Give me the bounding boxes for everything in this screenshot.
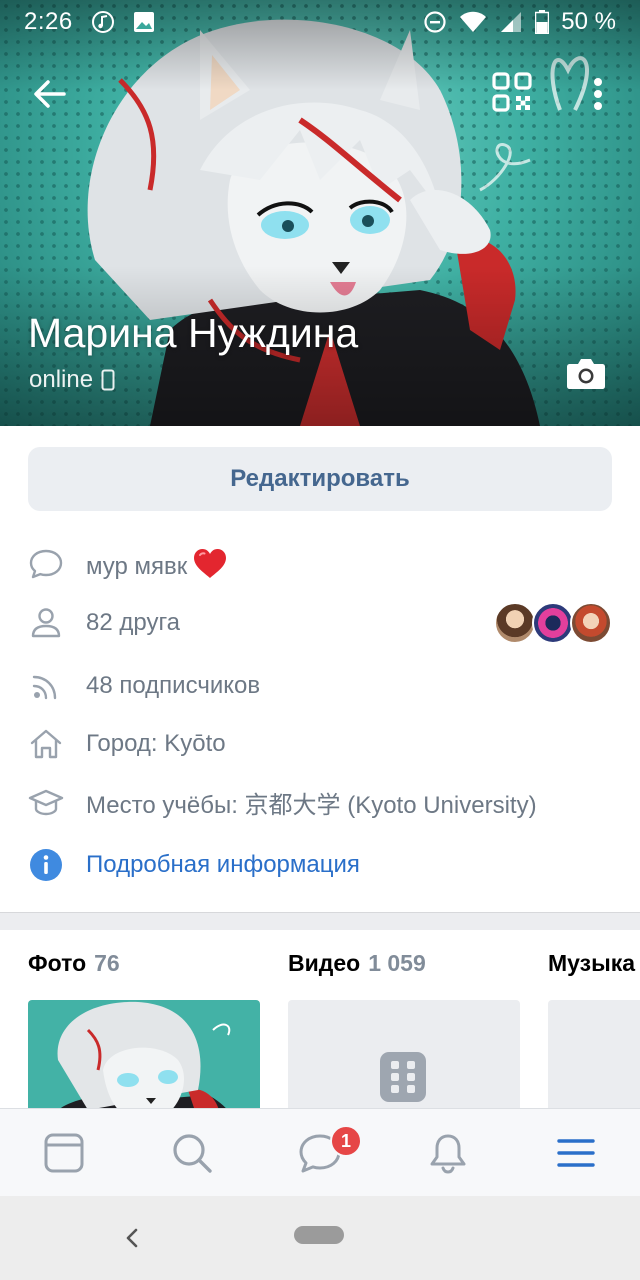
avatar	[570, 602, 612, 644]
heart-emoji-icon	[194, 548, 227, 578]
section-divider	[0, 912, 640, 930]
friends-count: 82 друга	[86, 609, 181, 636]
videos-section[interactable]: Видео 1 059	[288, 950, 520, 1160]
messages-badge: 1	[330, 1125, 362, 1157]
home-icon	[30, 729, 62, 759]
profile-name: Марина Нуждина	[28, 310, 359, 356]
music-title: Музыка	[548, 950, 636, 976]
bottom-tab-bar	[0, 1108, 640, 1196]
search-icon[interactable]	[170, 1131, 214, 1175]
speech-bubble-icon	[29, 549, 63, 579]
more-vertical-icon	[594, 78, 602, 110]
music-thumbnail[interactable]	[548, 1000, 640, 1110]
info-icon	[30, 849, 62, 881]
details-link[interactable]: Подробная информация	[86, 851, 360, 879]
rss-icon	[32, 675, 57, 700]
edit-profile-button[interactable]: Редактировать	[28, 447, 612, 511]
city-text: Город: Kyōto	[86, 730, 226, 757]
details-row[interactable]: Подробная информация	[0, 841, 640, 889]
status-bar: 2:26 50 %	[0, 0, 640, 44]
menu-icon[interactable]	[554, 1131, 598, 1175]
camera-icon	[567, 359, 605, 389]
battery-icon	[535, 10, 550, 34]
feed-icon[interactable]	[42, 1131, 86, 1175]
music-note-icon	[91, 11, 114, 33]
status-time: 2:26	[24, 8, 73, 35]
edit-profile-label: Редактировать	[230, 465, 410, 492]
education-row: Место учёбы: 京都大学 (Kyoto University)	[0, 778, 640, 826]
friends-row[interactable]: 82 друга	[0, 599, 640, 647]
education-text: Место учёбы: 京都大学 (Kyoto University)	[86, 791, 537, 819]
signal-icon	[501, 12, 522, 32]
chevron-left-icon[interactable]	[120, 1224, 144, 1252]
qr-code-icon	[492, 72, 532, 112]
back-button[interactable]	[28, 72, 72, 116]
image-icon	[133, 12, 154, 32]
change-cover-button[interactable]	[566, 356, 606, 390]
videos-label: Видео	[288, 950, 361, 976]
music-section[interactable]: Музыка	[548, 950, 640, 1110]
avatar	[532, 602, 574, 644]
mobile-phone-icon	[101, 369, 115, 391]
photos-count: 76	[94, 950, 120, 976]
graduation-cap-icon	[28, 789, 64, 816]
more-options-button[interactable]	[584, 72, 612, 116]
videos-title: Видео 1 059	[288, 950, 426, 976]
user-icon	[31, 608, 61, 638]
system-navigation-bar	[0, 1196, 640, 1280]
status-row[interactable]: мур мявк	[0, 540, 640, 588]
notifications-icon[interactable]	[426, 1131, 470, 1175]
followers-row[interactable]: 48 подписчиков	[0, 662, 640, 710]
profile-cover[interactable]	[0, 0, 640, 426]
photos-section[interactable]: Фото 76	[28, 950, 260, 1160]
followers-count: 48 подписчиков	[86, 672, 261, 699]
do-not-disturb-icon	[424, 11, 446, 33]
photos-title: Фото 76	[28, 950, 120, 976]
arrow-left-icon	[34, 80, 66, 108]
friends-avatars[interactable]	[494, 602, 612, 644]
city-row: Город: Kyōto	[0, 720, 640, 768]
avatar	[494, 602, 536, 644]
home-pill-button[interactable]	[294, 1226, 344, 1244]
status-text-value: мур мявк	[86, 552, 188, 580]
photos-label: Фото	[28, 950, 87, 976]
videos-count: 1 059	[368, 950, 426, 976]
presence-status: online	[29, 366, 115, 394]
wifi-icon	[460, 11, 487, 32]
qr-code-button[interactable]	[492, 72, 532, 112]
presence-text: online	[29, 366, 94, 393]
battery-percent: 50 %	[561, 8, 616, 35]
status-text: мур мявк	[86, 548, 227, 581]
